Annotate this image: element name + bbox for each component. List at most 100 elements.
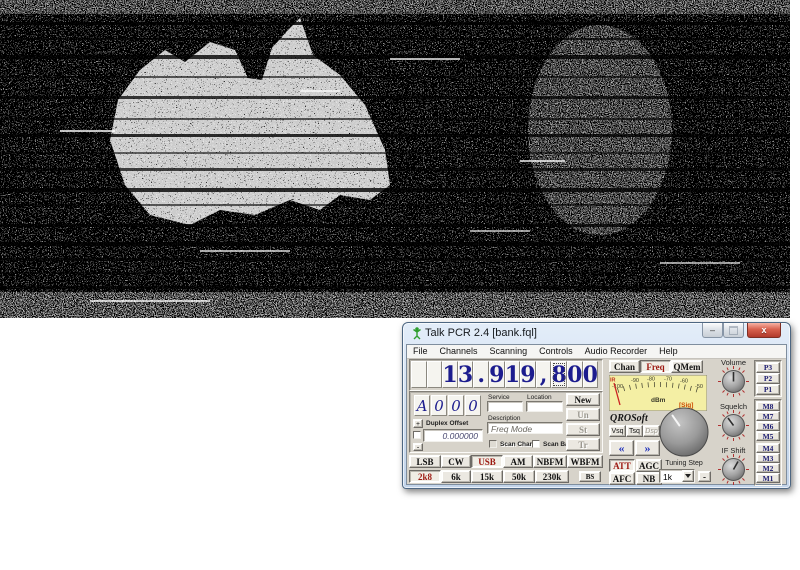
meter-corner-label: IR bbox=[610, 378, 616, 384]
memory-m5-button[interactable]: M5 bbox=[756, 431, 780, 441]
menu-audio-recorder[interactable]: Audio Recorder bbox=[579, 345, 654, 358]
maximize-button[interactable] bbox=[723, 323, 744, 338]
freq-digit-cell[interactable]: 1 bbox=[442, 361, 458, 388]
filter-230k-button[interactable]: 230k bbox=[535, 470, 569, 483]
mode-cw-button[interactable]: CW bbox=[441, 455, 471, 468]
freq-digit-cell[interactable]: . bbox=[473, 361, 489, 388]
freq-digit-cell[interactable] bbox=[426, 361, 443, 388]
freq-digit-cell[interactable]: 0 bbox=[566, 361, 583, 388]
memory-m2-button[interactable]: M2 bbox=[756, 463, 780, 473]
freq-digit-cell[interactable] bbox=[411, 361, 427, 388]
menu-scanning[interactable]: Scanning bbox=[484, 345, 534, 358]
tab-freq[interactable]: Freq bbox=[640, 360, 671, 373]
meter-scale-label: -100 bbox=[612, 384, 623, 390]
memory-m3-button[interactable]: M3 bbox=[756, 453, 780, 463]
duplex-plus-button[interactable]: + bbox=[413, 419, 423, 428]
scan-bank-checkbox[interactable] bbox=[532, 440, 540, 448]
vsq-button[interactable]: Vsq bbox=[609, 425, 626, 437]
minimize-button[interactable]: – bbox=[702, 323, 723, 338]
filter-50k-button[interactable]: 50k bbox=[503, 470, 535, 483]
filter-15k-button[interactable]: 15k bbox=[471, 470, 503, 483]
mode-nbfm-button[interactable]: NBFM bbox=[533, 455, 567, 468]
squelch-knob[interactable] bbox=[717, 409, 750, 442]
window-title: Talk PCR 2.4 [bank.fql] bbox=[425, 327, 537, 339]
close-icon: x bbox=[761, 325, 767, 335]
brand-logo: QROSoft bbox=[610, 413, 648, 424]
step-up-button[interactable]: » bbox=[635, 440, 660, 456]
tuning-step-dropdown-button[interactable] bbox=[682, 470, 694, 482]
if-shift-knob[interactable] bbox=[717, 453, 750, 486]
meter-scale-label: -90 bbox=[631, 378, 639, 384]
duplex-checkbox[interactable] bbox=[413, 431, 421, 439]
channel-panel: A 0 0 0 + Duplex Offset 0.000000 - Servi… bbox=[409, 391, 603, 453]
minimize-icon: – bbox=[709, 325, 715, 335]
title-bar[interactable]: Talk PCR 2.4 [bank.fql] – x bbox=[403, 323, 790, 344]
tsq-button[interactable]: Tsq bbox=[626, 425, 643, 437]
client-area: 1 3 . 9 1 9 , 8 0 0 A 0 0 0 + Duplex Off… bbox=[407, 359, 786, 486]
close-button[interactable]: x bbox=[747, 323, 781, 338]
tuning-step-value: 1k bbox=[663, 472, 672, 482]
preset-p1-button[interactable]: P1 bbox=[756, 384, 780, 395]
freq-digit-cell[interactable]: 1 bbox=[504, 361, 521, 388]
service-label: Service bbox=[488, 394, 510, 401]
mode-am-button[interactable]: AM bbox=[503, 455, 533, 468]
freq-digit-cell[interactable]: 9 bbox=[488, 361, 505, 388]
new-channel-button[interactable]: New bbox=[566, 393, 600, 406]
double-chevron-right-icon: » bbox=[644, 440, 651, 455]
meter-scale-label: -80 bbox=[647, 377, 655, 383]
freq-digit-cell[interactable]: , bbox=[535, 361, 552, 388]
bank-cell[interactable]: A bbox=[414, 395, 430, 416]
memory-m8-button[interactable]: M8 bbox=[756, 401, 780, 411]
duplex-offset-field[interactable]: 0.000000 bbox=[423, 429, 483, 442]
memory-m7-button[interactable]: M7 bbox=[756, 411, 780, 421]
double-chevron-left-icon: « bbox=[618, 440, 625, 455]
step-down-button[interactable]: « bbox=[609, 440, 634, 456]
bs-button[interactable]: BS bbox=[579, 471, 601, 482]
memory-m1-button[interactable]: M1 bbox=[756, 473, 780, 483]
freq-digit-cell[interactable]: 9 bbox=[520, 361, 536, 388]
mode-row: LSB CW USB AM NBFM WBFM bbox=[409, 455, 603, 468]
st-button: St bbox=[566, 423, 600, 436]
tuning-knob[interactable] bbox=[658, 406, 710, 458]
location-input[interactable] bbox=[526, 401, 563, 412]
channel-digit-cell[interactable]: 0 bbox=[448, 395, 464, 416]
duplex-offset-label: Duplex Offset bbox=[426, 420, 469, 427]
filter-2k8-button[interactable]: 2k8 bbox=[409, 470, 441, 483]
tuning-step-select[interactable]: 1k bbox=[659, 469, 695, 483]
freq-digit-cell-focused[interactable]: 8 bbox=[551, 361, 567, 388]
freq-digit-cell[interactable]: 0 bbox=[582, 361, 599, 388]
filter-6k-button[interactable]: 6k bbox=[441, 470, 471, 483]
att-button[interactable]: ATT bbox=[609, 459, 635, 472]
menu-controls[interactable]: Controls bbox=[533, 345, 579, 358]
channel-digit-cell[interactable]: 0 bbox=[465, 395, 481, 416]
description-input[interactable]: Freq Mode bbox=[487, 422, 563, 434]
afc-button[interactable]: AFC bbox=[609, 472, 635, 485]
tab-qmem[interactable]: QMem bbox=[671, 360, 703, 373]
menu-file[interactable]: File bbox=[407, 345, 434, 358]
meter-unit-label: dBm bbox=[651, 397, 666, 404]
menu-help[interactable]: Help bbox=[653, 345, 684, 358]
preset-p2-button[interactable]: P2 bbox=[756, 373, 780, 384]
scan-chan-checkbox bbox=[489, 440, 497, 448]
menu-channels[interactable]: Channels bbox=[434, 345, 484, 358]
preset-p3-button[interactable]: P3 bbox=[756, 362, 780, 373]
meter-scale-label: -50 bbox=[695, 384, 703, 390]
tuning-step-minus-button[interactable]: - bbox=[698, 471, 711, 482]
un-button: Un bbox=[566, 408, 600, 421]
tab-chan[interactable]: Chan bbox=[609, 360, 640, 373]
memory-m4-button[interactable]: M4 bbox=[756, 443, 780, 453]
volume-knob[interactable] bbox=[717, 365, 750, 398]
static-noise-art bbox=[0, 0, 790, 318]
service-input[interactable] bbox=[487, 401, 523, 412]
memory-m6-button[interactable]: M6 bbox=[756, 421, 780, 431]
duplex-minus-button[interactable]: - bbox=[413, 443, 423, 451]
window-content: File Channels Scanning Controls Audio Re… bbox=[406, 344, 787, 486]
mode-wbfm-button[interactable]: WBFM bbox=[567, 455, 603, 468]
mode-lsb-button[interactable]: LSB bbox=[409, 455, 441, 468]
description-label: Description bbox=[488, 415, 521, 422]
channel-digit-cell[interactable]: 0 bbox=[431, 395, 447, 416]
mode-usb-button[interactable]: USB bbox=[471, 455, 503, 468]
meter-scale-label: -70 bbox=[664, 377, 672, 383]
frequency-display: 1 3 . 9 1 9 , 8 0 0 bbox=[411, 361, 599, 388]
freq-digit-cell[interactable]: 3 bbox=[457, 361, 474, 388]
